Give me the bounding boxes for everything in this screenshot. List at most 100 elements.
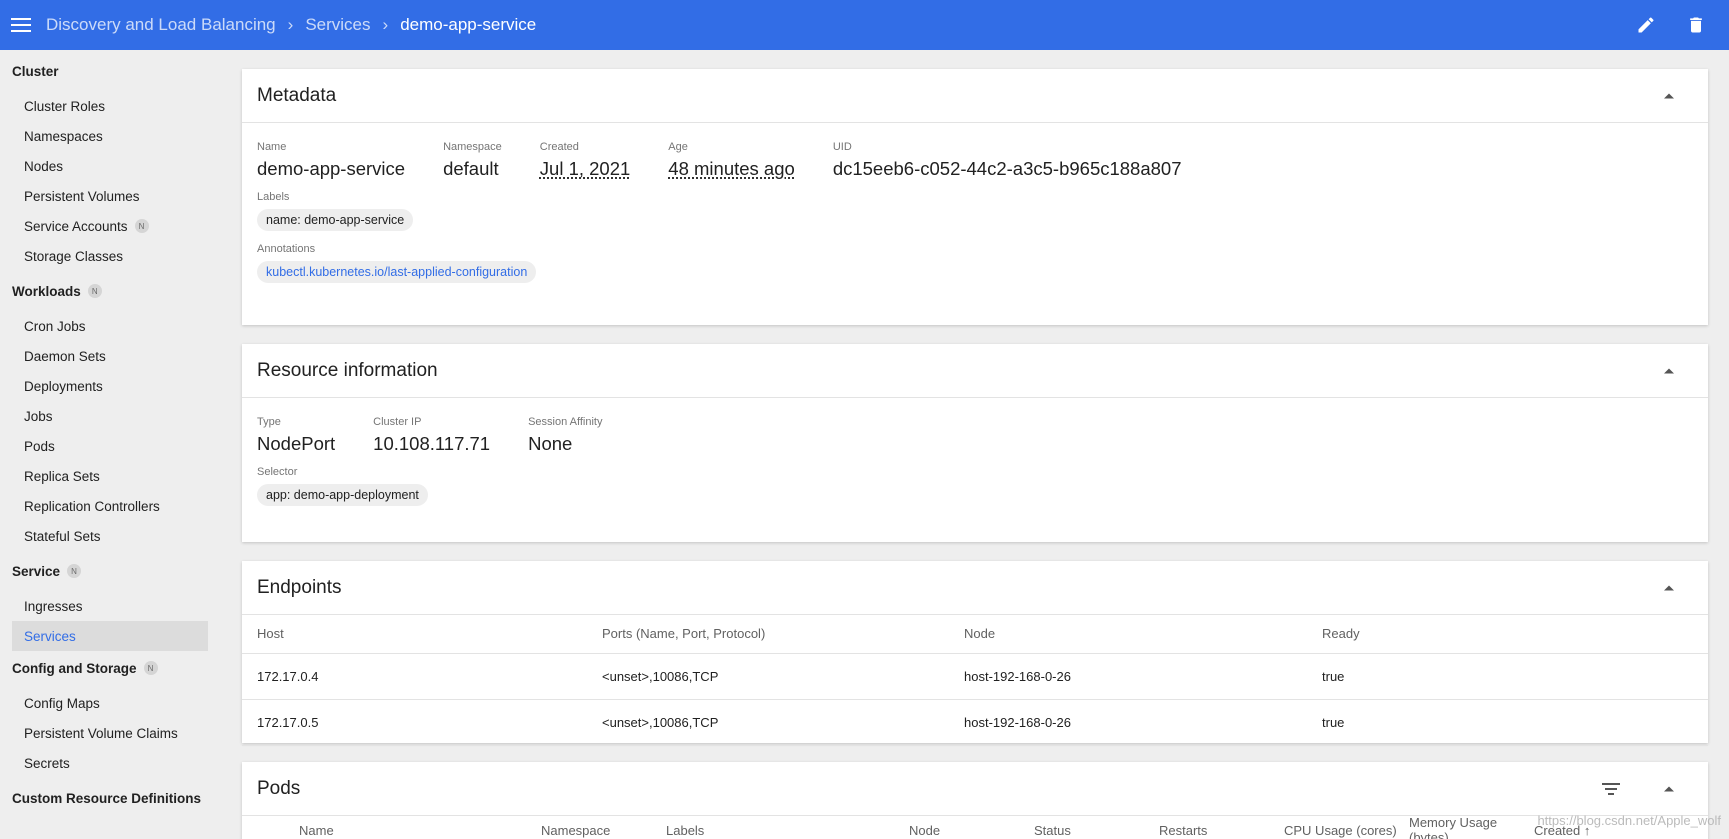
table-row: 172.17.0.5 <unset>,10086,TCP host-192-16… [242, 699, 1708, 746]
collapse-icon[interactable] [1664, 786, 1674, 791]
selector-label: Selector [257, 466, 298, 478]
prop-label: UID [832, 141, 852, 153]
sidebar-item-cron-jobs[interactable]: Cron Jobs [12, 311, 208, 341]
selector-chip: app: demo-app-deployment [257, 484, 428, 506]
cell-host: 172.17.0.4 [242, 653, 602, 700]
namespaced-badge: N [87, 284, 102, 298]
annotation-chip[interactable]: kubectl.kubernetes.io/last-applied-confi… [257, 261, 537, 283]
prop-value: dc15eeb6-c052-44c2-a3c5-b965c188a807 [832, 158, 1182, 179]
endpoints-card: Endpoints Host Ports (Name, Port, Protoc… [242, 561, 1708, 746]
prop-value: NodePort [257, 433, 336, 454]
column-header[interactable]: Status [1034, 823, 1071, 838]
label-chip: name: demo-app-service [257, 209, 414, 231]
prop-label: Name [257, 141, 287, 153]
sidebar-group-label: Service [12, 563, 61, 579]
column-header: Node [964, 615, 1322, 654]
sidebar-item-services[interactable]: Services [12, 621, 208, 651]
prop-created: Created Jul 1, 2021 [540, 141, 631, 180]
sidebar-group-label: Cluster [12, 63, 59, 79]
namespaced-badge: N [143, 661, 158, 675]
sidebar-item-persistent-volumes[interactable]: Persistent Volumes [12, 181, 208, 211]
pods-card: Pods Name Namespace Labels Node Status R… [242, 762, 1708, 839]
prop-session-affinity: Session Affinity None [528, 416, 602, 455]
chevron-right-icon: › [287, 15, 294, 34]
column-header: Memory Usage (bytes) [1409, 815, 1498, 839]
sidebar-item-pods[interactable]: Pods [12, 431, 208, 461]
breadcrumb-services[interactable]: Services [305, 15, 370, 35]
sidebar-item-daemon-sets[interactable]: Daemon Sets [12, 341, 208, 371]
table-row: 172.17.0.4 <unset>,10086,TCP host-192-16… [242, 653, 1708, 700]
sidebar-item-replication-controllers[interactable]: Replication Controllers [12, 491, 208, 521]
namespaced-badge: N [67, 564, 82, 578]
prop-cluster-ip: Cluster IP 10.108.117.71 [373, 416, 490, 455]
menu-icon[interactable] [11, 18, 31, 32]
sidebar-item-service-accounts[interactable]: Service Accounts N [12, 211, 208, 241]
prop-label: Namespace [443, 141, 502, 153]
annotations-label: Annotations [257, 243, 316, 255]
filter-icon[interactable] [1602, 782, 1620, 795]
chevron-right-icon: › [382, 15, 389, 34]
column-header[interactable]: Namespace [541, 823, 610, 838]
card-title-text: Pods [257, 777, 301, 799]
sidebar-item-cluster-roles[interactable]: Cluster Roles [12, 91, 208, 121]
prop-uid: UID dc15eeb6-c052-44c2-a3c5-b965c188a807 [833, 141, 1182, 180]
collapse-icon[interactable] [1664, 93, 1674, 98]
sidebar-group-workloads[interactable]: Workloads N [0, 276, 220, 306]
column-header[interactable]: Node [909, 823, 940, 838]
sidebar-group-service[interactable]: Service N [0, 556, 220, 586]
sidebar-group-label: Custom Resource Definitions [12, 790, 202, 806]
cell-node: host-192-168-0-26 [964, 653, 1322, 700]
card-title: Endpoints [242, 561, 1708, 615]
watermark: https://blog.csdn.net/Apple_wolf [1537, 813, 1721, 828]
sidebar-item-jobs[interactable]: Jobs [12, 401, 208, 431]
sidebar-item-nodes[interactable]: Nodes [12, 151, 208, 181]
trash-icon[interactable] [1685, 14, 1707, 36]
sidebar-group-label: Config and Storage [12, 660, 137, 676]
cell-ready: true [1322, 653, 1708, 700]
card-title-text: Resource information [257, 359, 438, 381]
prop-value: demo-app-service [257, 158, 406, 179]
prop-type: Type NodePort [257, 416, 335, 455]
sidebar-group-cluster[interactable]: Cluster [0, 56, 220, 86]
prop-value: default [443, 158, 499, 179]
column-header[interactable]: Restarts [1159, 823, 1207, 838]
sidebar-item-secrets[interactable]: Secrets [12, 748, 208, 778]
sidebar-item-deployments[interactable]: Deployments [12, 371, 208, 401]
sidebar: Cluster Cluster Roles Namespaces Nodes P… [0, 50, 220, 839]
top-app-bar: Discovery and Load Balancing › Services … [0, 0, 1729, 50]
sidebar-item-namespaces[interactable]: Namespaces [12, 121, 208, 151]
cell-ready: true [1322, 699, 1708, 746]
collapse-icon[interactable] [1664, 368, 1674, 373]
sidebar-item-pvc[interactable]: Persistent Volume Claims [12, 718, 208, 748]
pods-table-header: Name Namespace Labels Node Status Restar… [242, 815, 1708, 839]
sidebar-group-config-storage[interactable]: Config and Storage N [0, 653, 220, 683]
collapse-icon[interactable] [1664, 585, 1674, 590]
column-header: Ready [1322, 615, 1708, 654]
sidebar-item-ingresses[interactable]: Ingresses [12, 591, 208, 621]
metadata-card: Metadata Name demo-app-service Namespace d… [242, 69, 1708, 325]
sidebar-item-label: Service Accounts [24, 218, 128, 234]
column-header[interactable]: Name [299, 823, 334, 838]
resource-info-card: Resource information Type NodePort Cluste… [242, 344, 1708, 542]
breadcrumb-discovery[interactable]: Discovery and Load Balancing [46, 15, 276, 35]
sidebar-group-crd[interactable]: Custom Resource Definitions [0, 783, 220, 813]
sidebar-item-replica-sets[interactable]: Replica Sets [12, 461, 208, 491]
breadcrumb-current: demo-app-service [400, 15, 537, 34]
breadcrumb: Discovery and Load Balancing › Services … [46, 15, 536, 35]
labels-label: Labels [257, 191, 290, 203]
column-header: CPU Usage (cores) [1284, 823, 1397, 838]
sidebar-item-config-maps[interactable]: Config Maps [12, 688, 208, 718]
prop-label: Cluster IP [373, 416, 422, 428]
cell-host: 172.17.0.5 [242, 699, 602, 746]
cell-node: host-192-168-0-26 [964, 699, 1322, 746]
column-header: Labels [666, 823, 705, 838]
column-header: Host [242, 615, 602, 654]
sidebar-group-label: Workloads [12, 283, 81, 299]
card-title: Pods [242, 762, 1708, 816]
pencil-icon[interactable] [1635, 14, 1657, 36]
sidebar-item-storage-classes[interactable]: Storage Classes [12, 241, 208, 271]
endpoints-table: Host Ports (Name, Port, Protocol) Node R… [242, 615, 1708, 746]
card-title: Metadata [242, 69, 1708, 123]
sidebar-item-stateful-sets[interactable]: Stateful Sets [12, 521, 208, 551]
prop-name: Name demo-app-service [257, 141, 405, 180]
